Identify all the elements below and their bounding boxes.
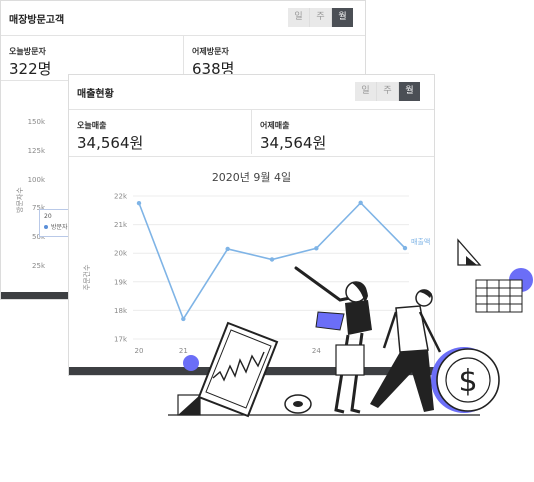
woman-figure: [294, 266, 372, 414]
svg-text:$: $: [458, 364, 477, 399]
triangle-ruler-icon: [457, 238, 482, 266]
tablet-chart-icon: [197, 321, 279, 418]
man-figure: [370, 289, 442, 412]
grid-table-icon: [475, 279, 523, 313]
accent-dot: [183, 355, 199, 371]
business-illustration: $: [168, 238, 533, 418]
cube-shape: [177, 394, 201, 416]
donut-shape: [284, 394, 312, 414]
coin-dollar-icon: $: [431, 347, 500, 413]
